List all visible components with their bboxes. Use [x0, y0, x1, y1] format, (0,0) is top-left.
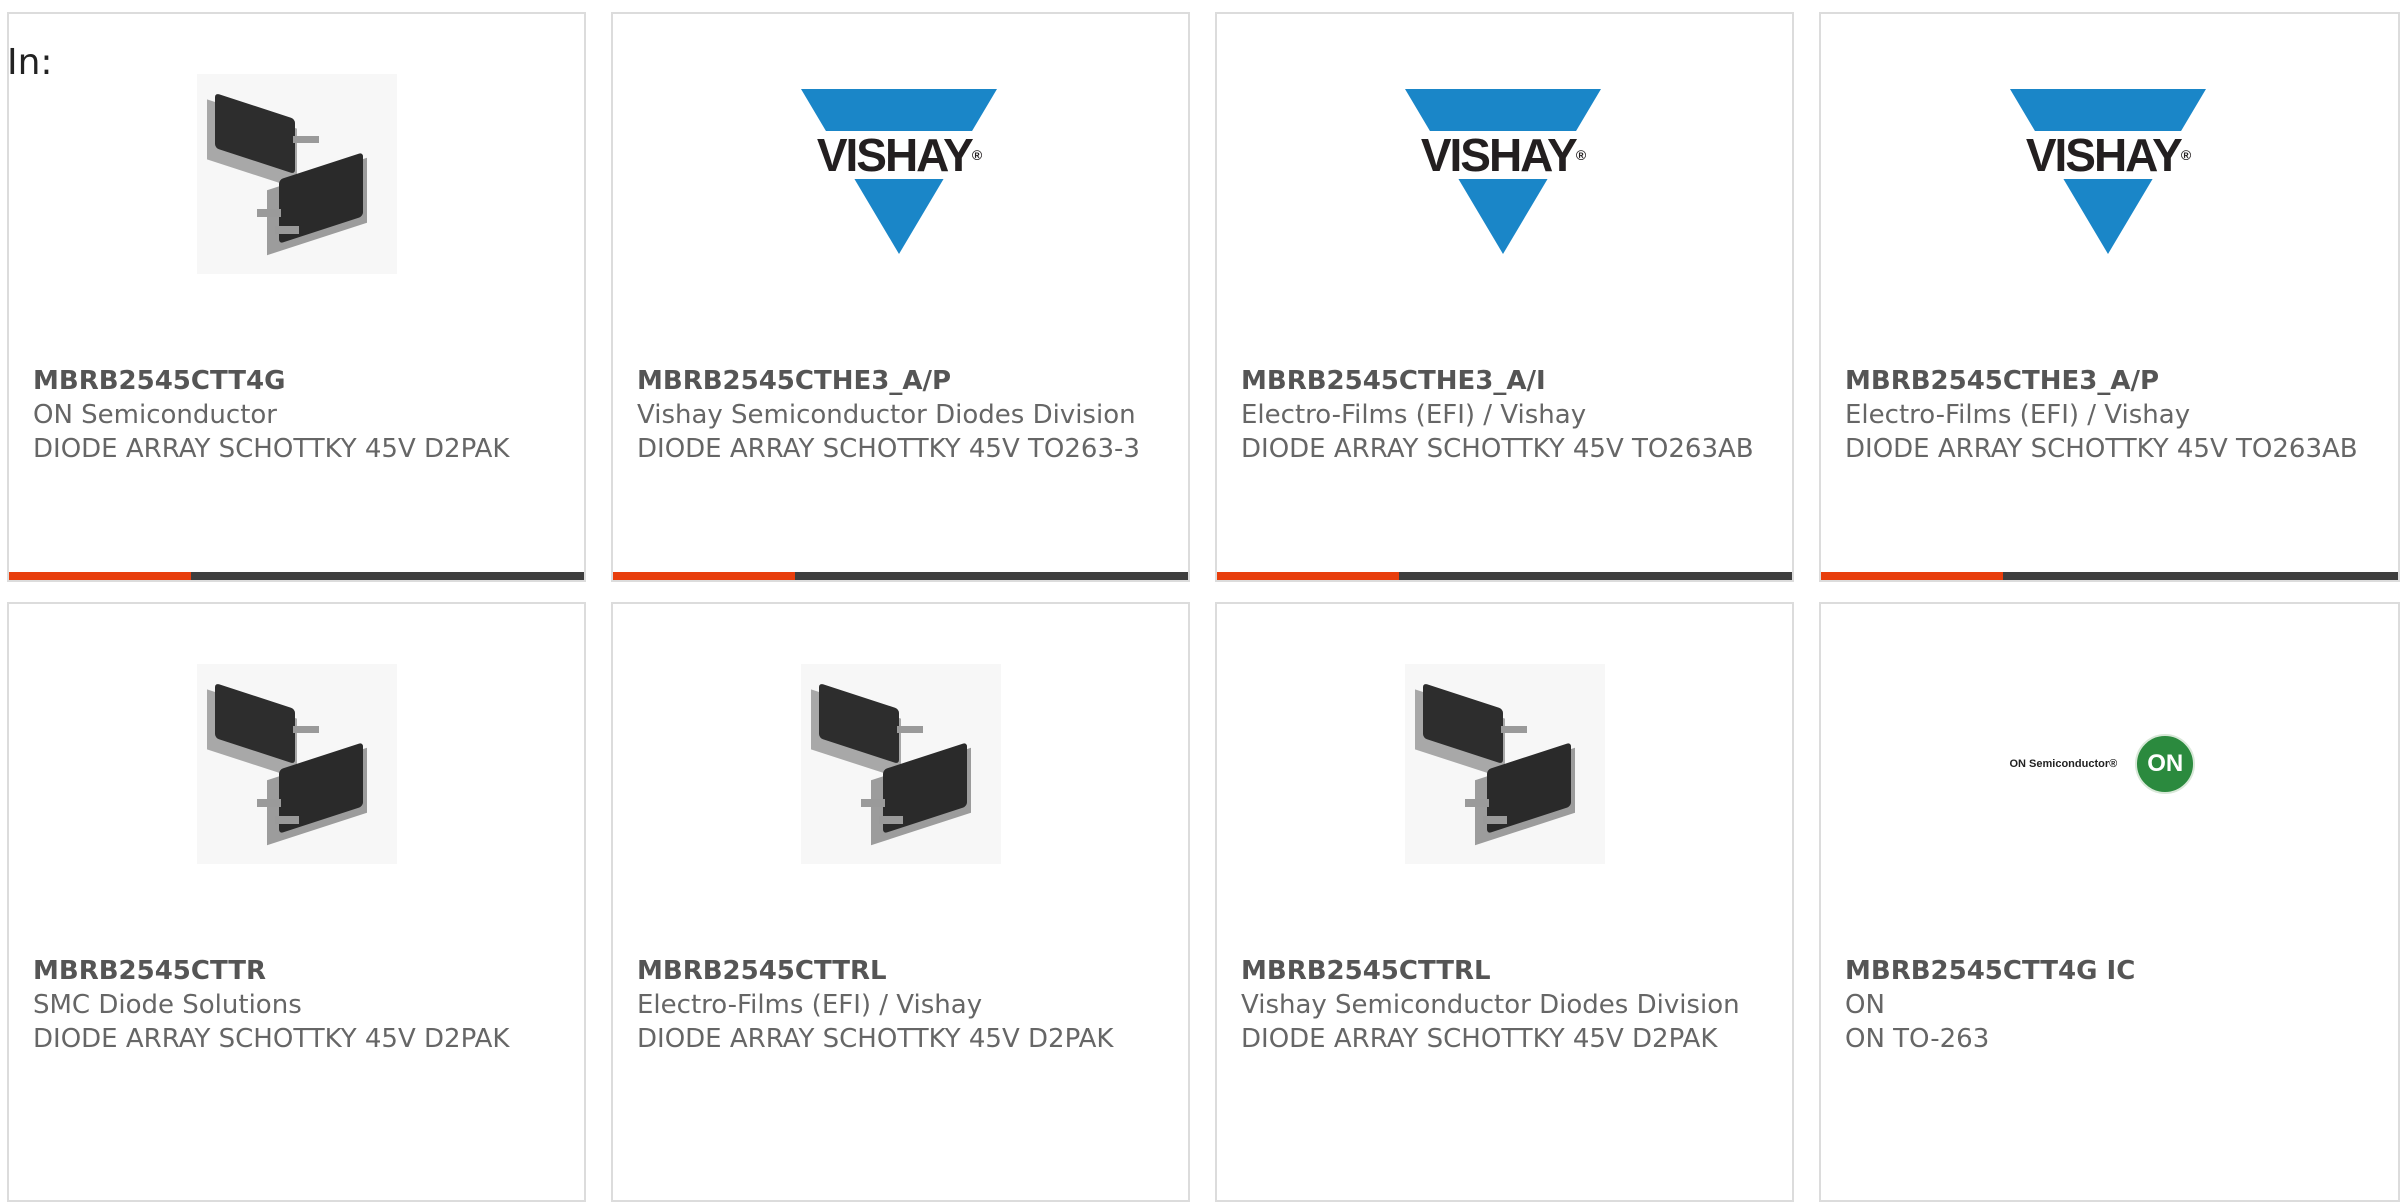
- description: ON TO-263: [1845, 1024, 1990, 1054]
- d2pak-package-image: [196, 74, 397, 274]
- vishay-logo: VISHAY®: [1402, 74, 1605, 274]
- description: DIODE ARRAY SCHOTTKY 45V TO263AB: [1241, 434, 1754, 464]
- manufacturer: ON: [1845, 990, 1885, 1020]
- manufacturer: SMC Diode Solutions: [33, 990, 302, 1020]
- vishay-logo-text: VISHAY: [1420, 129, 1578, 181]
- description: DIODE ARRAY SCHOTTKY 45V TO263-3: [637, 434, 1140, 464]
- card-accent-bar: [613, 572, 1188, 580]
- description: DIODE ARRAY SCHOTTKY 45V D2PAK: [33, 1024, 510, 1054]
- manufacturer: Vishay Semiconductor Diodes Division: [1241, 990, 1740, 1020]
- card-accent-bar: [9, 572, 584, 580]
- vishay-logo: VISHAY®: [798, 74, 1001, 274]
- product-card[interactable]: MBRB2545CTT4G ON Semiconductor DIODE ARR…: [7, 12, 586, 582]
- card-accent-bar: [1217, 572, 1792, 580]
- part-number[interactable]: MBRB2545CTTRL: [637, 954, 1164, 988]
- part-number[interactable]: MBRB2545CTTR: [33, 954, 560, 988]
- manufacturer: Electro-Films (EFI) / Vishay: [637, 990, 983, 1020]
- vishay-logo-text: VISHAY: [2025, 129, 2183, 181]
- manufacturer: Electro-Films (EFI) / Vishay: [1241, 400, 1587, 430]
- card-accent-bar: [1821, 572, 2398, 580]
- part-number[interactable]: MBRB2545CTTRL: [1241, 954, 1768, 988]
- manufacturer: ON Semiconductor: [33, 400, 277, 430]
- vishay-logo-text: VISHAY: [816, 129, 974, 181]
- manufacturer: Vishay Semiconductor Diodes Division: [637, 400, 1136, 430]
- part-number[interactable]: MBRB2545CTT4G IC: [1845, 954, 2374, 988]
- part-number[interactable]: MBRB2545CTT4G: [33, 364, 560, 398]
- product-card[interactable]: VISHAY® MBRB2545CTHE3_A/I Electro-Films …: [1215, 12, 1794, 582]
- on-logo-text: ON Semiconductor®: [2009, 758, 2118, 770]
- d2pak-package-image: [800, 664, 1001, 864]
- description: DIODE ARRAY SCHOTTKY 45V D2PAK: [33, 434, 510, 464]
- filter-in-label: In:: [7, 42, 53, 83]
- part-number[interactable]: MBRB2545CTHE3_A/P: [1845, 364, 2374, 398]
- part-number[interactable]: MBRB2545CTHE3_A/I: [1241, 364, 1768, 398]
- on-semiconductor-logo: ON Semiconductor® ON: [2010, 664, 2210, 864]
- vishay-logo: VISHAY®: [2007, 74, 2210, 274]
- product-card[interactable]: MBRB2545CTTR SMC Diode Solutions DIODE A…: [7, 602, 586, 1202]
- product-card[interactable]: MBRB2545CTTRL Vishay Semiconductor Diode…: [1215, 602, 1794, 1202]
- description: DIODE ARRAY SCHOTTKY 45V TO263AB: [1845, 434, 2358, 464]
- d2pak-package-image: [1404, 664, 1605, 864]
- d2pak-package-image: [196, 664, 397, 864]
- description: DIODE ARRAY SCHOTTKY 45V D2PAK: [1241, 1024, 1718, 1054]
- description: DIODE ARRAY SCHOTTKY 45V D2PAK: [637, 1024, 1114, 1054]
- on-logo-badge: ON: [2135, 734, 2196, 794]
- product-card[interactable]: VISHAY® MBRB2545CTHE3_A/P Electro-Films …: [1819, 12, 2400, 582]
- part-number[interactable]: MBRB2545CTHE3_A/P: [637, 364, 1164, 398]
- product-card[interactable]: MBRB2545CTTRL Electro-Films (EFI) / Vish…: [611, 602, 1190, 1202]
- manufacturer: Electro-Films (EFI) / Vishay: [1845, 400, 2191, 430]
- product-card[interactable]: ON Semiconductor® ON MBRB2545CTT4G IC ON…: [1819, 602, 2400, 1202]
- product-card[interactable]: VISHAY® MBRB2545CTHE3_A/P Vishay Semicon…: [611, 12, 1190, 582]
